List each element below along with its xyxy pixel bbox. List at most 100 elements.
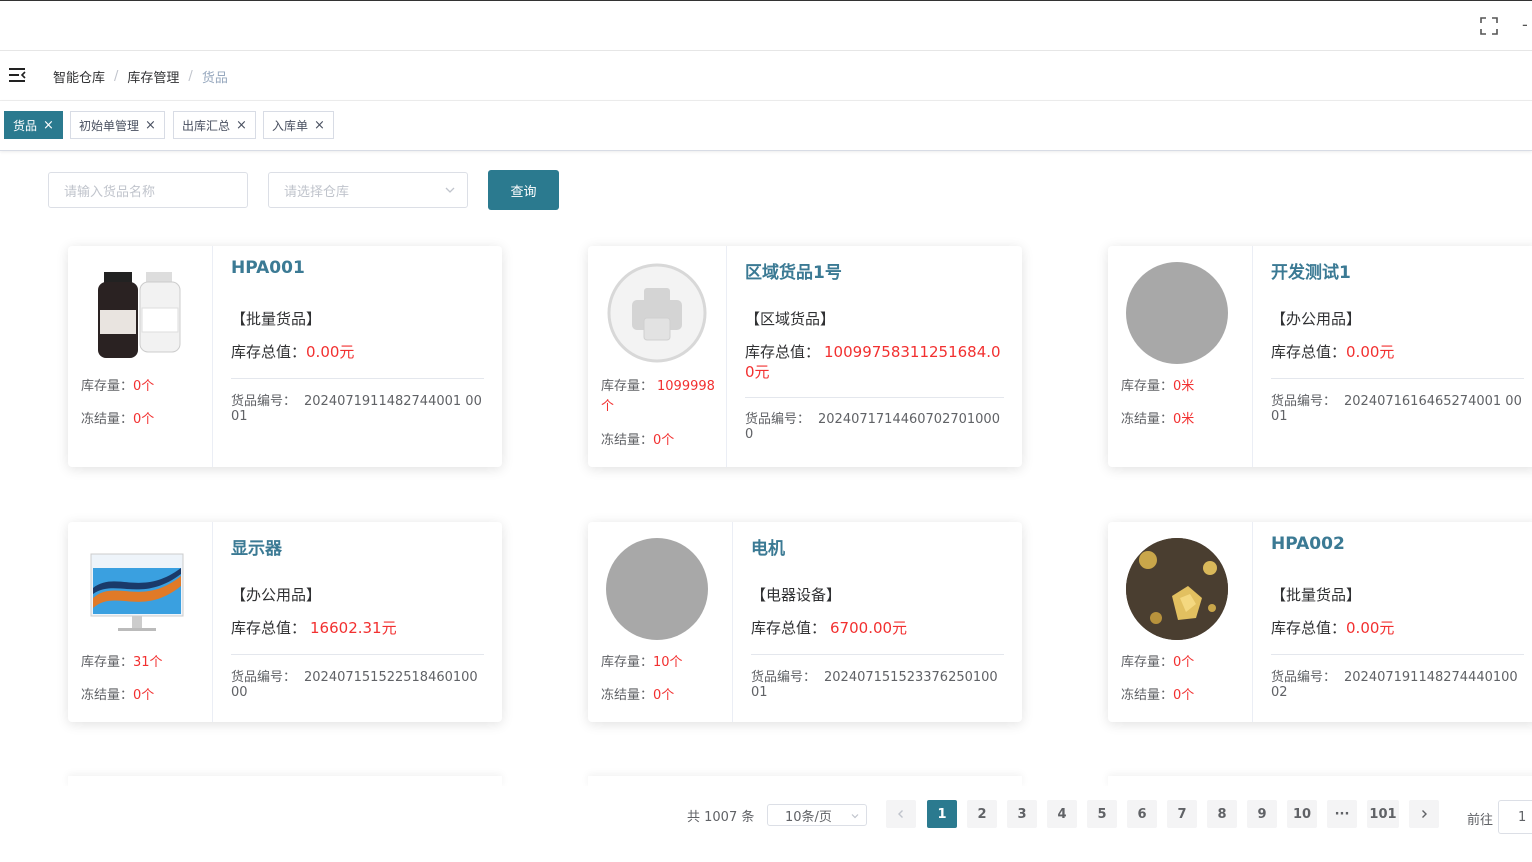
- card-left-panel: 库存量：10个 冻结量：0个: [588, 522, 733, 722]
- warehouse-select[interactable]: 请选择仓库: [268, 172, 468, 208]
- product-card[interactable]: 库存量：10个 冻结量：0个 电机 【电器设备】 库存总值： 6700.00元 货…: [588, 522, 1022, 722]
- stock-label: 库存量：: [1121, 379, 1174, 394]
- stock-label: 库存量：: [81, 655, 134, 670]
- divider: [231, 378, 484, 379]
- product-name[interactable]: HPA002: [1271, 534, 1345, 554]
- total-value: 0.00元: [1346, 343, 1395, 361]
- product-card[interactable]: 库存量： 1099998个 冻结量：0个 区域货品1号 【区域货品】 库存总值： 1…: [588, 246, 1022, 467]
- close-icon[interactable]: ×: [43, 118, 54, 133]
- page-button-3[interactable]: 3: [1007, 800, 1037, 828]
- stock-value: 10个: [653, 655, 683, 670]
- product-code-row: 货品编号： 2024071911482744001 0001: [231, 394, 484, 424]
- stock-value: 0个: [133, 379, 155, 394]
- tab-outbound-summary[interactable]: 出库汇总 ×: [173, 111, 256, 139]
- total-value-row: 库存总值： 6700.00元: [751, 618, 1004, 638]
- page-button-9[interactable]: 9: [1247, 800, 1277, 828]
- prev-page-button[interactable]: [886, 800, 916, 828]
- frozen-label: 冻结量：: [1121, 688, 1174, 703]
- close-icon[interactable]: ×: [314, 118, 325, 133]
- divider: [231, 654, 484, 655]
- chevron-down-icon: [445, 187, 455, 193]
- tab-label: 货品: [13, 118, 38, 133]
- tab-inbound-orders[interactable]: 入库单 ×: [263, 111, 334, 139]
- frozen-label: 冻结量：: [601, 433, 654, 448]
- product-name[interactable]: 开发测试1: [1271, 258, 1351, 283]
- page-button-6[interactable]: 6: [1127, 800, 1157, 828]
- product-image: [1126, 262, 1228, 364]
- total-value-label: 库存总值：: [1271, 619, 1347, 637]
- page-button-4[interactable]: 4: [1047, 800, 1077, 828]
- product-image: [86, 538, 188, 640]
- product-code-row: 货品编号： 202407151523376250100 01: [751, 670, 1004, 700]
- page-button-2[interactable]: 2: [967, 800, 997, 828]
- goto-page-input[interactable]: 1: [1498, 800, 1532, 834]
- tab-initial-orders[interactable]: 初始单管理 ×: [70, 111, 165, 139]
- stock-label: 库存量：: [601, 379, 654, 394]
- product-category: 【办公用品】: [1271, 310, 1362, 328]
- chevron-down-icon: [851, 814, 859, 819]
- tab-label: 入库单: [272, 118, 309, 133]
- query-button[interactable]: 查询: [488, 170, 559, 210]
- close-icon[interactable]: ×: [236, 118, 247, 133]
- stock-row: 库存量：10个: [601, 653, 683, 673]
- product-image: [606, 262, 708, 364]
- product-card[interactable]: 库存量：31个 冻结量：0个 显示器 【办公用品】 库存总值： 16602.31元…: [68, 522, 502, 722]
- stock-row: 库存量：0米: [1121, 377, 1194, 397]
- product-image: [86, 262, 188, 364]
- frozen-row: 冻结量：0个: [1121, 686, 1194, 706]
- product-code-label: 货品编号：: [1271, 394, 1337, 409]
- page-button-5[interactable]: 5: [1087, 800, 1117, 828]
- card-right-panel: HPA002 【批量货品】 库存总值：0.00元 货品编号： 2024071911…: [1253, 522, 1532, 722]
- product-card[interactable]: 库存量：0米 冻结量：0米 开发测试1 【办公用品】 库存总值：0.00元 货品…: [1108, 246, 1532, 467]
- total-value-label: 库存总值：: [231, 343, 307, 361]
- fullscreen-icon[interactable]: [1480, 17, 1498, 35]
- card-right-panel: 显示器 【办公用品】 库存总值： 16602.31元 货品编号： 202407151…: [213, 522, 502, 722]
- frozen-value: 0个: [1173, 688, 1195, 703]
- card-right-panel: HPA001 【批量货品】 库存总值：0.00元 货品编号： 2024071911…: [213, 246, 502, 467]
- page-button-7[interactable]: 7: [1167, 800, 1197, 828]
- page-button-8[interactable]: 8: [1207, 800, 1237, 828]
- product-card[interactable]: 库存量：0个 冻结量：0个 HPA001 【批量货品】 库存总值：0.00元 货…: [68, 246, 502, 467]
- warehouse-select-placeholder: 请选择仓库: [284, 184, 350, 200]
- stock-label: 库存量：: [1121, 655, 1174, 670]
- frozen-value: 0个: [133, 688, 155, 703]
- stock-value: 0米: [1173, 379, 1195, 394]
- page-button-101[interactable]: 101: [1367, 800, 1399, 828]
- stock-row: 库存量：0个: [1121, 653, 1194, 673]
- pagination: 共 1007 条 10条/页 1 2 3 4 5 6 7 8 9 10 ··· …: [0, 786, 1532, 862]
- frozen-value: 0个: [133, 412, 155, 427]
- more-pages-button[interactable]: ···: [1327, 800, 1357, 828]
- divider: [1271, 654, 1524, 655]
- frozen-label: 冻结量：: [1121, 412, 1174, 427]
- breadcrumb-item-inventory[interactable]: 库存管理: [127, 67, 179, 86]
- breadcrumb-item-goods: 货品: [201, 71, 228, 86]
- total-value: 0.00元: [1346, 619, 1395, 637]
- close-icon[interactable]: ×: [145, 118, 156, 133]
- page-button-1[interactable]: 1: [927, 800, 957, 828]
- product-name[interactable]: 区域货品1号: [745, 258, 842, 283]
- product-category: 【批量货品】: [1271, 586, 1362, 604]
- product-code-label: 货品编号：: [231, 394, 297, 409]
- total-value-row: 库存总值： 10099758311251684.00元: [745, 342, 1004, 382]
- product-name[interactable]: HPA001: [231, 258, 305, 278]
- stock-value: 31个: [133, 655, 163, 670]
- hamburger-icon[interactable]: [8, 67, 26, 83]
- frozen-value: 0个: [653, 688, 675, 703]
- frozen-label: 冻结量：: [81, 412, 134, 427]
- total-value-label: 库存总值：: [1271, 343, 1347, 361]
- total-value-label: 库存总值：: [751, 619, 827, 637]
- product-name[interactable]: 电机: [751, 534, 785, 559]
- product-name[interactable]: 显示器: [231, 534, 282, 559]
- breadcrumb-item-warehouse[interactable]: 智能仓库: [53, 67, 105, 86]
- page-size-select[interactable]: 10条/页: [767, 804, 867, 826]
- next-page-button[interactable]: [1409, 800, 1439, 828]
- product-card[interactable]: 库存量：0个 冻结量：0个 HPA002 【批量货品】 库存总值：0.00元 货…: [1108, 522, 1532, 722]
- frozen-label: 冻结量：: [81, 688, 134, 703]
- product-code-label: 货品编号：: [1271, 670, 1337, 685]
- product-category: 【办公用品】: [231, 586, 322, 604]
- goods-name-input[interactable]: 请输入货品名称: [48, 172, 248, 208]
- page-button-10[interactable]: 10: [1287, 800, 1317, 828]
- card-left-panel: 库存量：0个 冻结量：0个: [68, 246, 213, 467]
- tab-goods[interactable]: 货品 ×: [4, 111, 63, 139]
- frozen-value: 0米: [1173, 412, 1195, 427]
